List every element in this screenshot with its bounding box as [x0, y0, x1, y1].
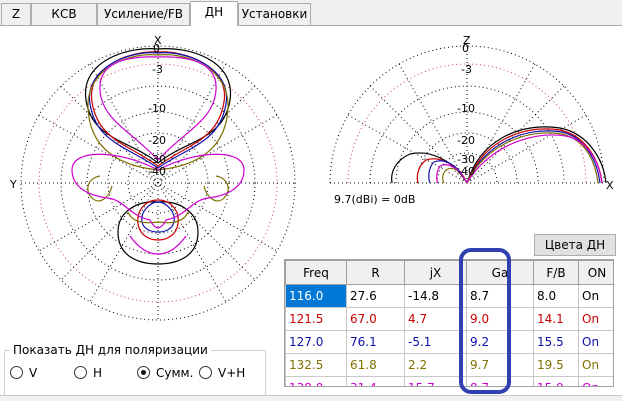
cell-on[interactable]: On [578, 353, 613, 377]
radio-sum[interactable]: Сумм. [137, 366, 193, 380]
azimuth-grid [20, 45, 296, 321]
ring-label: 0 [462, 42, 469, 55]
ring-label: -10 [148, 102, 166, 115]
cell-fb[interactable]: 8.0 [533, 284, 579, 308]
ring-label: -40 [148, 165, 166, 178]
tab-swr[interactable]: КСВ [31, 3, 97, 25]
cell-fb[interactable]: 15.9 [533, 376, 579, 386]
col-header-on[interactable]: ON [578, 260, 613, 285]
cell-jx[interactable]: -14.8 [404, 284, 467, 308]
cell-r[interactable]: 67.0 [346, 307, 405, 331]
cell-fb[interactable]: 15.5 [533, 330, 579, 354]
frequency-table: Freq R jX Ga F/B ON 116.0 27.6 -14.8 8.7 8.0… [284, 259, 614, 387]
col-header-fb[interactable]: F/B [533, 260, 579, 285]
cell-r[interactable]: 76.1 [346, 330, 405, 354]
cell-jx[interactable]: 4.7 [404, 307, 467, 331]
elevation-polar-plot: Z 0 -3 -10 -20 -30 -40 X 9.7(dBi) = 0dB [329, 34, 614, 206]
radio-circle [74, 366, 87, 379]
cell-freq[interactable]: 138.0 [285, 376, 347, 386]
cell-fb[interactable]: 19.5 [533, 353, 579, 377]
tab-settings[interactable]: Установки [238, 3, 311, 25]
ring-label: -3 [461, 63, 472, 76]
cell-r[interactable]: 61.8 [346, 353, 405, 377]
elevation-right-label: X [606, 179, 614, 192]
cell-on[interactable]: On [578, 376, 613, 386]
tab-z[interactable]: Z [1, 3, 31, 25]
ring-label: -40 [457, 165, 475, 178]
ga-column-highlight [459, 248, 511, 394]
cell-jx[interactable]: 15.7 [404, 376, 467, 386]
cell-r[interactable]: 31.4 [346, 376, 405, 386]
radio-circle [199, 366, 212, 379]
table-header-row: Freq R jX Ga F/B ON [285, 260, 613, 285]
polarization-group-title: Показать ДН для поляризации [10, 343, 211, 357]
col-header-jx[interactable]: jX [404, 260, 467, 285]
status-bar [0, 395, 622, 401]
radio-circle [10, 366, 23, 379]
table-row[interactable]: 127.0 76.1 -5.1 9.2 15.5 On [285, 330, 613, 354]
col-header-r[interactable]: R [346, 260, 405, 285]
ring-label: -20 [457, 134, 475, 147]
radio-h[interactable]: H [74, 366, 102, 380]
table-row[interactable]: 138.031.415.78.715.9On [285, 376, 613, 386]
cell-on[interactable]: On [578, 307, 613, 331]
table-row[interactable]: 121.5 67.0 4.7 9.0 14.1 On [285, 307, 613, 331]
cell-freq[interactable]: 121.5 [285, 307, 347, 331]
azimuth-left-label: Y [9, 178, 17, 191]
cell-freq[interactable]: 127.0 [285, 330, 347, 354]
cell-r[interactable]: 27.6 [346, 284, 405, 308]
tab-gain-fb[interactable]: Усиление/FB [97, 3, 190, 25]
table-row[interactable]: 116.0 27.6 -14.8 8.7 8.0 On [285, 284, 613, 308]
ring-label: -20 [148, 134, 166, 147]
azimuth-polar-plot: X 0 -3 -10 -20 -30 -40 Y [9, 34, 296, 321]
table-row[interactable]: 132.5 61.8 2.2 9.7 19.5 On [285, 353, 613, 377]
cell-fb[interactable]: 14.1 [533, 307, 579, 331]
cell-freq[interactable]: 132.5 [285, 353, 347, 377]
cell-freq[interactable]: 116.0 [285, 284, 347, 308]
cell-on[interactable]: On [578, 330, 613, 354]
cell-jx[interactable]: 2.2 [404, 353, 467, 377]
tab-pattern[interactable]: ДН [190, 1, 238, 26]
tab-strip: Z КСВ Усиление/FB ДН Установки [0, 0, 622, 26]
elevation-ring-labels: Z 0 -3 -10 -20 -30 -40 X 9.7(dBi) = 0dB [334, 34, 614, 206]
col-header-freq[interactable]: Freq [285, 260, 347, 285]
cell-on[interactable]: On [578, 284, 613, 308]
radio-v-plus-h[interactable]: V+H [199, 366, 245, 380]
radio-circle-checked [137, 366, 150, 379]
cell-jx[interactable]: -5.1 [404, 330, 467, 354]
ring-label: -3 [152, 63, 163, 76]
gain-reference-note: 9.7(dBi) = 0dB [334, 193, 415, 206]
radio-v[interactable]: V [10, 366, 37, 380]
ring-label: 0 [153, 42, 160, 55]
pattern-colors-button[interactable]: Цвета ДН [534, 234, 616, 256]
ring-label: -10 [457, 102, 475, 115]
